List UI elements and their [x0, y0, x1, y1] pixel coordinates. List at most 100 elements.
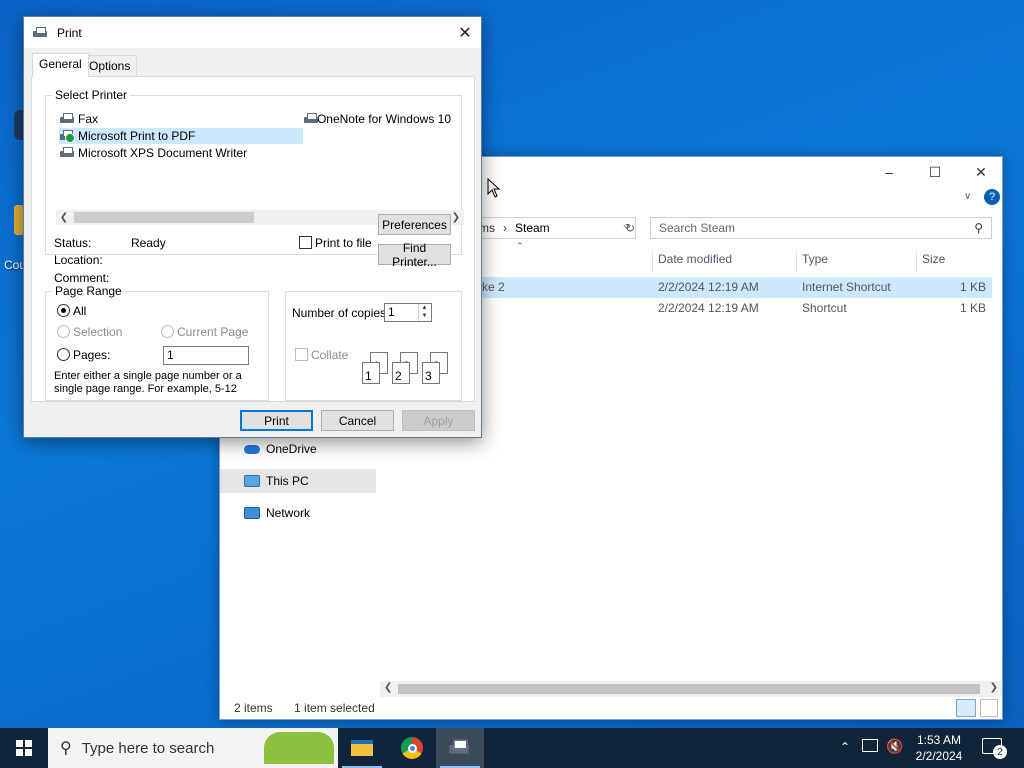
print-to-file-checkbox[interactable] — [299, 236, 312, 249]
clock-date: 2/2/2024 — [915, 749, 963, 763]
scrollbar-thumb[interactable] — [398, 684, 980, 694]
file-row[interactable]: ke 2 2/2/2024 12:19 AM Internet Shortcut… — [482, 277, 992, 298]
spin-down-icon[interactable]: ▼ — [419, 312, 430, 320]
start-button[interactable] — [0, 728, 48, 768]
chrome-icon — [401, 737, 423, 759]
column-type[interactable]: Type — [796, 250, 916, 272]
search-box[interactable]: Search Steam ⚲ — [650, 217, 992, 239]
printer-name: Fax — [78, 112, 99, 126]
printer-name: OneNote for Windows 10 — [316, 112, 451, 126]
taskbar-search-input[interactable]: Type here to search — [82, 740, 215, 757]
taskbar-chrome[interactable] — [388, 728, 436, 768]
printer-icon — [32, 26, 48, 39]
printer-name: Microsoft XPS Document Writer — [78, 146, 248, 160]
tab-options[interactable]: Options — [82, 55, 138, 76]
tab-general[interactable]: General — [32, 53, 89, 77]
selection-radio[interactable] — [57, 325, 70, 338]
address-bar[interactable]: ms › Steam ⌵ — [478, 217, 636, 239]
taskbar-search-box[interactable]: ⚲ Type here to search — [48, 728, 338, 768]
clock[interactable]: 1:53 AM 2/2/2024 — [910, 732, 968, 764]
cancel-button[interactable]: Cancel — [321, 410, 394, 431]
minimize-button[interactable]: – — [866, 161, 912, 183]
notification-center-icon[interactable]: 2 — [982, 738, 1007, 759]
dialog-titlebar[interactable]: Print ✕ — [24, 17, 481, 48]
column-size[interactable]: Size — [916, 250, 992, 272]
print-to-file-label[interactable]: Print to file — [315, 236, 372, 250]
breadcrumb-separator-icon: › — [503, 221, 507, 235]
tiles-view-icon[interactable] — [980, 699, 998, 717]
nav-item-label: Network — [266, 506, 311, 520]
search-highlight-icon — [264, 732, 334, 764]
taskbar-print-dialog[interactable] — [436, 728, 484, 768]
selection-label[interactable]: Selection — [73, 325, 122, 339]
scrollbar-thumb[interactable] — [74, 212, 254, 223]
apply-button[interactable]: Apply — [402, 410, 475, 431]
status-bar: 2 items 1 item selected — [234, 701, 375, 715]
details-view-icon[interactable] — [956, 699, 976, 717]
copies-label: Number of copies: — [292, 306, 390, 320]
printer-icon — [59, 113, 75, 125]
printer-item-xps[interactable]: Microsoft XPS Document Writer — [59, 145, 247, 161]
file-size: 1 KB — [959, 280, 986, 294]
find-printer-button[interactable]: Find Printer... — [378, 241, 451, 269]
item-count: 2 items — [234, 701, 273, 715]
general-panel: Select Printer Fax Microsoft Print to PD… — [31, 76, 475, 402]
file-date: 2/2/2024 12:19 AM — [658, 301, 759, 315]
scroll-left-icon[interactable]: ❮ — [56, 210, 72, 225]
copies-spinner[interactable]: ▲ ▼ — [418, 304, 430, 321]
folder-icon — [351, 740, 373, 756]
nav-item-network[interactable]: Network — [220, 501, 376, 525]
collate-label[interactable]: Collate — [311, 348, 348, 362]
spin-up-icon[interactable]: ▲ — [419, 304, 430, 312]
pages-input[interactable]: 1 — [163, 346, 249, 365]
all-label[interactable]: All — [73, 304, 86, 318]
printer-icon — [59, 130, 75, 143]
close-icon[interactable]: ✕ — [449, 17, 481, 48]
windows-logo-icon — [16, 740, 32, 756]
network-tray-icon[interactable] — [862, 739, 878, 752]
nav-item-onedrive[interactable]: OneDrive — [220, 437, 376, 461]
cloud-icon — [244, 444, 260, 454]
volume-muted-icon[interactable]: 🔇 — [886, 738, 903, 755]
column-date-modified[interactable]: Date modified — [652, 250, 796, 272]
taskbar-file-explorer[interactable] — [338, 728, 386, 768]
taskbar: ⚲ Type here to search ⌃ 🔇 1:53 AM 2/2/20… — [0, 728, 1024, 768]
scroll-right-icon[interactable]: ❯ — [990, 682, 998, 693]
collate-checkbox[interactable] — [295, 348, 308, 361]
scroll-left-icon[interactable]: ❮ — [384, 682, 392, 693]
current-page-radio[interactable] — [161, 325, 174, 338]
preferences-button[interactable]: Preferences — [378, 214, 451, 235]
help-icon[interactable]: ? — [984, 189, 1000, 205]
file-size: 1 KB — [959, 301, 986, 315]
maximize-button[interactable]: ☐ — [912, 161, 958, 183]
computer-icon — [244, 475, 260, 487]
all-radio[interactable] — [57, 304, 70, 317]
horizontal-scrollbar[interactable]: ❮ ❯ — [380, 681, 1002, 697]
search-input[interactable]: Search Steam — [659, 221, 735, 235]
nav-item-this-pc[interactable]: This PC — [220, 469, 376, 493]
nav-item-label: OneDrive — [266, 442, 317, 456]
current-page-label[interactable]: Current Page — [177, 325, 248, 339]
print-dialog: Print ✕ General Options Select Printer F… — [23, 16, 482, 438]
show-hidden-icons-icon[interactable]: ⌃ — [840, 740, 850, 754]
print-button[interactable]: Print — [240, 410, 313, 431]
notification-badge: 2 — [993, 745, 1007, 759]
refresh-icon[interactable]: ↻ — [620, 217, 640, 239]
file-row[interactable]: 2/2/2024 12:19 AM Shortcut 1 KB — [482, 298, 992, 319]
clock-time: 1:53 AM — [916, 733, 962, 747]
page-icon: 1 — [362, 362, 380, 384]
pages-label[interactable]: Pages: — [73, 348, 110, 362]
printer-item-pdf[interactable]: Microsoft Print to PDF — [59, 128, 303, 144]
breadcrumb-current[interactable]: Steam — [515, 221, 550, 235]
close-button[interactable]: ✕ — [958, 161, 1004, 183]
printer-name: Microsoft Print to PDF — [78, 129, 196, 143]
ribbon-expand-icon[interactable]: ∨ — [964, 191, 971, 202]
printer-item-onenote[interactable]: OneNote for Windows 10 — [303, 111, 451, 127]
printer-item-fax[interactable]: Fax — [59, 111, 98, 127]
file-type: Internet Shortcut — [802, 280, 891, 294]
select-printer-label: Select Printer — [52, 88, 131, 102]
page-range-hint: Enter either a single page number or a s… — [54, 370, 242, 395]
search-icon: ⚲ — [60, 740, 72, 757]
pages-radio[interactable] — [57, 348, 70, 361]
nav-item-label: This PC — [266, 474, 309, 488]
